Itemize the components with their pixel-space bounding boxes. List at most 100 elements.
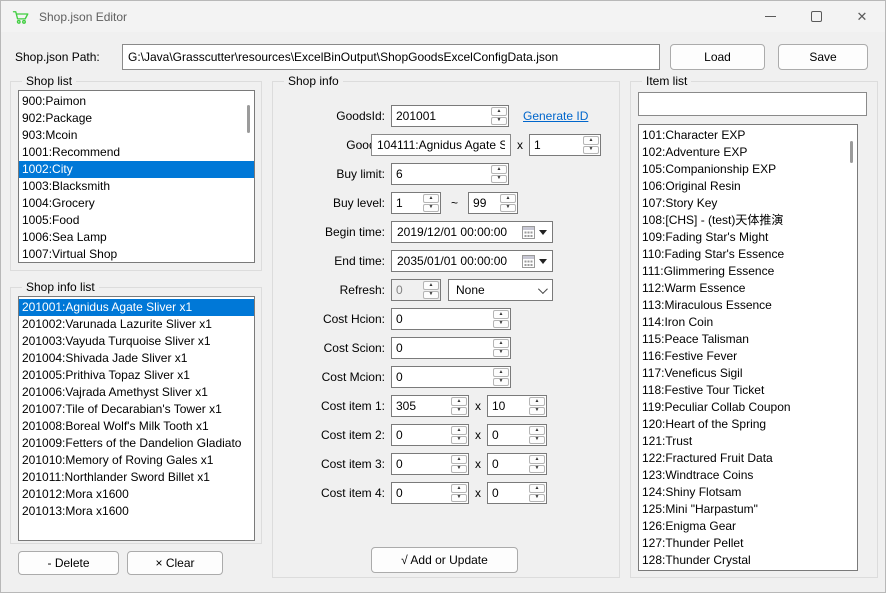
list-item[interactable]: 1005:Food — [19, 212, 254, 229]
list-item[interactable]: 118:Festive Tour Ticket — [639, 382, 857, 399]
minimize-button[interactable] — [747, 1, 793, 32]
list-item[interactable]: 111:Glimmering Essence — [639, 263, 857, 280]
shop-info-listbox[interactable]: 201001:Agnidus Agate Sliver x1201002:Var… — [18, 296, 255, 541]
spin-down-icon[interactable]: ▼ — [451, 465, 467, 474]
cost-item-4-count-spinner[interactable]: 0 ▲▼ — [487, 482, 547, 504]
list-item[interactable]: 201005:Prithiva Topaz Sliver x1 — [19, 367, 254, 384]
cost-item-3-count-spinner[interactable]: 0 ▲▼ — [487, 453, 547, 475]
spin-down-icon[interactable]: ▼ — [493, 378, 509, 387]
list-item[interactable]: 124:Shiny Flotsam — [639, 484, 857, 501]
shop-list-scrollbar[interactable] — [247, 105, 250, 133]
spin-up-icon[interactable]: ▲ — [451, 397, 467, 406]
end-time-picker[interactable]: 2035/01/01 00:00:00 — [391, 250, 553, 272]
list-item[interactable]: 201002:Varunada Lazurite Sliver x1 — [19, 316, 254, 333]
list-item[interactable]: 128:Thunder Crystal — [639, 552, 857, 569]
list-item[interactable]: 903:Mcoin — [19, 127, 254, 144]
spin-down-icon[interactable]: ▼ — [529, 436, 545, 445]
path-input[interactable] — [122, 44, 660, 70]
list-item[interactable]: 1006:Sea Lamp — [19, 229, 254, 246]
list-item[interactable]: 112:Warm Essence — [639, 280, 857, 297]
list-item[interactable]: 122:Fractured Fruit Data — [639, 450, 857, 467]
item-listbox[interactable]: 101:Character EXP102:Adventure EXP105:Co… — [638, 124, 858, 571]
generate-id-link[interactable]: Generate ID — [523, 109, 588, 123]
list-item[interactable]: 102:Adventure EXP — [639, 144, 857, 161]
list-item[interactable]: 106:Original Resin — [639, 178, 857, 195]
spin-up-icon[interactable]: ▲ — [500, 194, 516, 203]
spin-up-icon[interactable]: ▲ — [529, 455, 545, 464]
spin-up-icon[interactable]: ▲ — [529, 484, 545, 493]
list-item[interactable]: 117:Veneficus Sigil — [639, 365, 857, 382]
list-item[interactable]: 201003:Vayuda Turquoise Sliver x1 — [19, 333, 254, 350]
list-item[interactable]: 105:Companionship EXP — [639, 161, 857, 178]
list-item[interactable]: 109:Fading Star's Might — [639, 229, 857, 246]
goods-count-spinner[interactable]: 1 ▲▼ — [529, 134, 601, 156]
cost-item-4-id-spinner[interactable]: 0 ▲▼ — [391, 482, 469, 504]
list-item[interactable]: 121:Trust — [639, 433, 857, 450]
list-item[interactable]: 115:Peace Talisman — [639, 331, 857, 348]
list-item[interactable]: 1007:Virtual Shop — [19, 246, 254, 263]
spin-down-icon[interactable]: ▼ — [529, 407, 545, 416]
buy-level-min-spinner[interactable]: 1 ▲▼ — [391, 192, 441, 214]
spin-down-icon[interactable]: ▼ — [491, 117, 507, 126]
list-item[interactable]: 201013:Mora x1600 — [19, 503, 254, 520]
spin-up-icon[interactable]: ▲ — [529, 426, 545, 435]
save-button[interactable]: Save — [778, 44, 868, 70]
cost-hcion-spinner[interactable]: 0 ▲▼ — [391, 308, 511, 330]
spin-up-icon[interactable]: ▲ — [583, 136, 599, 145]
list-item[interactable]: 120:Heart of the Spring — [639, 416, 857, 433]
cost-item-1-count-spinner[interactable]: 10 ▲▼ — [487, 395, 547, 417]
buy-level-max-spinner[interactable]: 99 ▲▼ — [468, 192, 518, 214]
spin-up-icon[interactable]: ▲ — [493, 339, 509, 348]
spin-down-icon[interactable]: ▼ — [451, 407, 467, 416]
clear-button[interactable]: × Clear — [127, 551, 223, 575]
list-item[interactable]: 201007:Tile of Decarabian's Tower x1 — [19, 401, 254, 418]
list-item[interactable]: 123:Windtrace Coins — [639, 467, 857, 484]
spin-down-icon[interactable]: ▼ — [493, 320, 509, 329]
spin-up-icon[interactable]: ▲ — [491, 165, 507, 174]
list-item[interactable]: 101:Character EXP — [639, 127, 857, 144]
list-item[interactable]: 1004:Grocery — [19, 195, 254, 212]
list-item[interactable]: 116:Festive Fever — [639, 348, 857, 365]
list-item[interactable]: 125:Mini "Harpastum" — [639, 501, 857, 518]
refresh-mode-combobox[interactable]: None — [448, 279, 553, 301]
list-item[interactable]: 127:Thunder Pellet — [639, 535, 857, 552]
spin-up-icon[interactable]: ▲ — [493, 368, 509, 377]
add-or-update-button[interactable]: √ Add or Update — [371, 547, 518, 573]
spin-down-icon[interactable]: ▼ — [500, 204, 516, 213]
list-item[interactable]: 201009:Fetters of the Dandelion Gladiato — [19, 435, 254, 452]
goods-input[interactable] — [371, 134, 511, 156]
list-item[interactable]: 201011:Northlander Sword Billet x1 — [19, 469, 254, 486]
spin-up-icon[interactable]: ▲ — [423, 194, 439, 203]
cost-mcion-spinner[interactable]: 0 ▲▼ — [391, 366, 511, 388]
spin-down-icon[interactable]: ▼ — [583, 146, 599, 155]
list-item[interactable]: 119:Peculiar Collab Coupon — [639, 399, 857, 416]
spin-up-icon[interactable]: ▲ — [529, 397, 545, 406]
list-item[interactable]: 201004:Shivada Jade Sliver x1 — [19, 350, 254, 367]
item-list-scrollbar[interactable] — [850, 141, 853, 163]
spin-down-icon[interactable]: ▼ — [529, 465, 545, 474]
spin-up-icon[interactable]: ▲ — [491, 107, 507, 116]
item-search-input[interactable] — [638, 92, 867, 116]
spin-down-icon[interactable]: ▼ — [451, 494, 467, 503]
list-item[interactable]: 201001:Agnidus Agate Sliver x1 — [19, 299, 254, 316]
list-item[interactable]: 113:Miraculous Essence — [639, 297, 857, 314]
list-item[interactable]: 108:[CHS] - (test)天体推演 — [639, 212, 857, 229]
shop-listbox[interactable]: 900:Paimon902:Package903:Mcoin1001:Recom… — [18, 90, 255, 263]
spin-up-icon[interactable]: ▲ — [451, 426, 467, 435]
list-item[interactable]: 114:Iron Coin — [639, 314, 857, 331]
goods-id-spinner[interactable]: 201001 ▲▼ — [391, 105, 509, 127]
buy-limit-spinner[interactable]: 6 ▲▼ — [391, 163, 509, 185]
cost-item-2-id-spinner[interactable]: 0 ▲▼ — [391, 424, 469, 446]
list-item[interactable]: 201006:Vajrada Amethyst Sliver x1 — [19, 384, 254, 401]
spin-down-icon[interactable]: ▼ — [529, 494, 545, 503]
load-button[interactable]: Load — [670, 44, 765, 70]
spin-up-icon[interactable]: ▲ — [493, 310, 509, 319]
spin-up-icon[interactable]: ▲ — [451, 484, 467, 493]
list-item[interactable]: 201008:Boreal Wolf's Milk Tooth x1 — [19, 418, 254, 435]
spin-down-icon[interactable]: ▼ — [451, 436, 467, 445]
spin-down-icon[interactable]: ▼ — [423, 204, 439, 213]
close-button[interactable]: ✕ — [839, 1, 885, 32]
spin-down-icon[interactable]: ▼ — [491, 175, 507, 184]
title-bar[interactable]: Shop.json Editor ✕ — [1, 1, 885, 32]
cost-item-2-count-spinner[interactable]: 0 ▲▼ — [487, 424, 547, 446]
